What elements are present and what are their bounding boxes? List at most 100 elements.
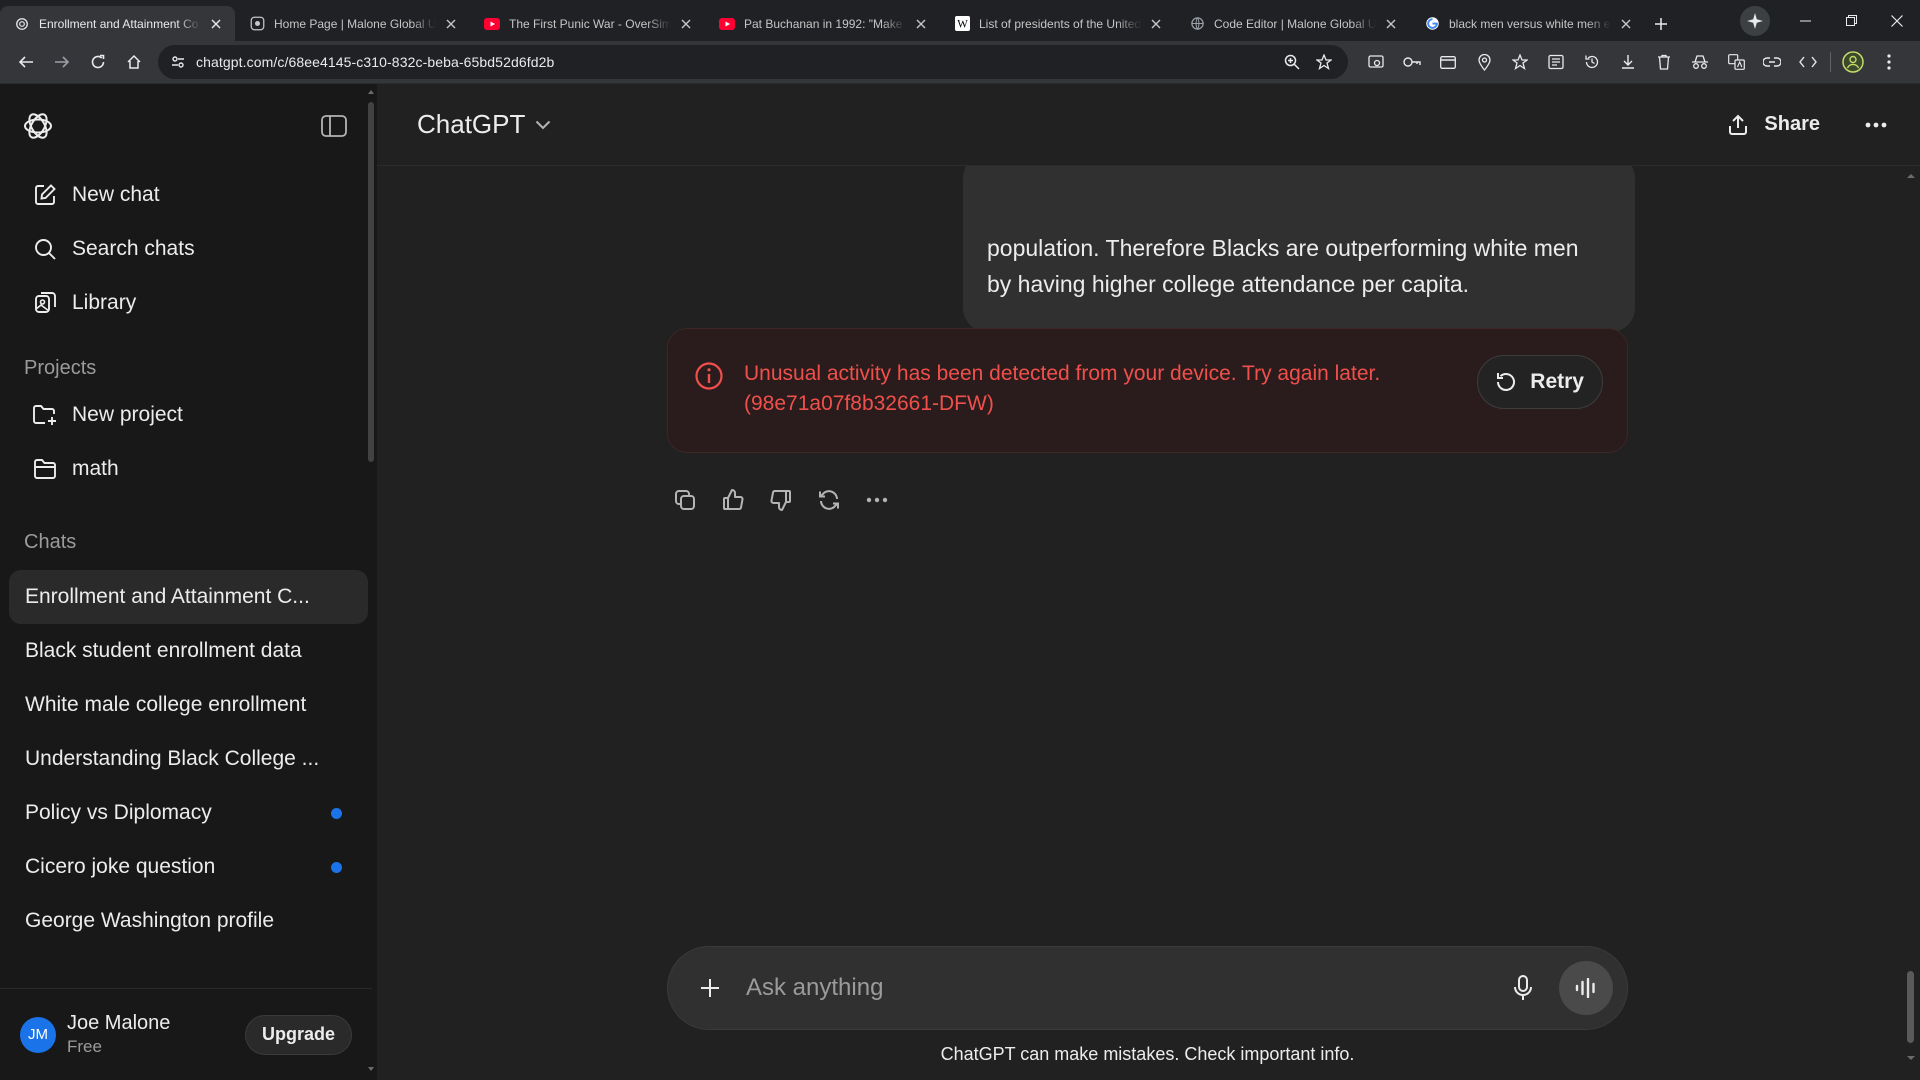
project-item-math[interactable]: math [8,442,369,496]
conversation-options-button[interactable] [1854,103,1898,147]
scroll-up-arrow-icon[interactable] [367,88,375,96]
projects-heading: Projects [24,356,97,379]
sidebar-scrollbar[interactable] [367,88,375,1073]
tab-close-icon[interactable] [442,15,460,33]
prompt-input[interactable] [746,974,1501,1002]
incognito-button[interactable] [1682,44,1718,80]
delete-data-button[interactable] [1646,44,1682,80]
copy-icon [673,488,697,512]
passwords-button[interactable] [1394,44,1430,80]
forward-button[interactable] [44,44,80,80]
back-button[interactable] [8,44,44,80]
ai-assistant-button[interactable] [1740,5,1770,36]
upgrade-button[interactable]: Upgrade [244,1014,352,1055]
browser-tab[interactable]: The First Punic War - OverSimp [470,6,705,41]
chat-title: Black student enrollment data [25,639,302,662]
browser-tab[interactable]: Home Page | Malone Global U [235,6,470,41]
copy-link-button[interactable] [1754,44,1790,80]
tab-close-icon[interactable] [1617,15,1635,33]
new-project-button[interactable]: New project [8,388,369,442]
user-name: Joe Malone [67,1012,171,1034]
copy-button[interactable] [661,476,709,524]
model-selector[interactable]: ChatGPT [417,109,551,140]
library-label: Library [72,291,137,314]
browser-tab[interactable]: W List of presidents of the United [940,6,1175,41]
openai-logo-icon[interactable] [22,110,54,142]
url-text[interactable]: chatgpt.com/c/68ee4145-c310-832c-beba-65… [196,54,1276,70]
downloads-button[interactable] [1610,44,1646,80]
minimize-button[interactable] [1782,0,1828,41]
tab-close-icon[interactable] [1382,15,1400,33]
share-button[interactable]: Share [1714,103,1832,147]
tab-close-icon[interactable] [677,15,695,33]
share-icon [1726,113,1750,137]
payment-button[interactable] [1430,44,1466,80]
chat-item[interactable]: Policy vs Diplomacy [9,786,368,840]
close-window-button[interactable] [1874,0,1920,41]
location-button[interactable] [1466,44,1502,80]
reload-button[interactable] [80,44,116,80]
header-actions: Share [1714,103,1898,147]
share-label: Share [1764,113,1820,135]
browser-tab[interactable]: Code Editor | Malone Global U [1175,6,1410,41]
tab-close-icon[interactable] [207,15,225,33]
more-actions-button[interactable] [853,476,901,524]
library-button[interactable]: Library [8,276,369,330]
translate-button[interactable] [1718,44,1754,80]
chat-scroll-thumb[interactable] [1907,971,1914,1043]
credit-card-icon [1440,55,1456,69]
new-chat-button[interactable]: New chat [8,168,369,222]
tab-title: Pat Buchanan in 1992: "Make A [744,16,906,31]
site-info-icon[interactable] [170,54,186,70]
chat-item[interactable]: Black student enrollment data [9,624,368,678]
browser-tab[interactable]: Enrollment and Attainment Co [0,6,235,41]
dictate-button[interactable] [1501,966,1545,1010]
tab-close-icon[interactable] [912,15,930,33]
browser-tab[interactable]: Pat Buchanan in 1992: "Make A [705,6,940,41]
chatgpt-app: New chat Search chats Library Projects N… [0,84,1920,1080]
user-message: population. Therefore Blacks are outperf… [963,154,1635,332]
scroll-down-arrow-icon[interactable] [1905,1054,1917,1062]
chat-item[interactable]: White male college enrollment [9,678,368,732]
profile-button[interactable] [1835,44,1871,80]
bookmark-star-icon[interactable] [1308,47,1340,77]
thumbs-up-button[interactable] [709,476,757,524]
sidebar-scroll-thumb[interactable] [368,102,374,462]
browser-menu-button[interactable] [1871,44,1907,80]
dev-tools-button[interactable] [1790,44,1826,80]
chat-item[interactable]: Cicero joke question [9,840,368,894]
screenshot-search-button[interactable] [1358,44,1394,80]
browser-tab[interactable]: black men versus white men e [1410,6,1645,41]
new-tab-button[interactable] [1645,6,1677,41]
zoom-icon[interactable] [1276,47,1308,77]
regenerate-button[interactable] [805,476,853,524]
restore-button[interactable] [1828,0,1874,41]
thumbs-down-button[interactable] [757,476,805,524]
scroll-up-arrow-icon[interactable] [1905,172,1917,180]
chat-item[interactable]: Enrollment and Attainment C... [9,570,368,624]
favorites-button[interactable] [1502,44,1538,80]
chat-item[interactable]: Understanding Black College ... [9,732,368,786]
youtube-favicon-icon [484,16,500,32]
folder-icon [32,456,58,482]
home-button[interactable] [116,44,152,80]
tab-title: Enrollment and Attainment Co [39,16,199,31]
message-text-line: population. Therefore Blacks are outperf… [987,235,1579,261]
add-attachment-button[interactable] [692,970,728,1006]
error-text: Unusual activity has been detected from … [744,359,1477,419]
scroll-down-arrow-icon[interactable] [367,1065,375,1073]
chat-scrollbar[interactable] [1904,166,1920,1080]
tab-close-icon[interactable] [1147,15,1165,33]
chat-title: Enrollment and Attainment C... [25,585,310,608]
voice-mode-button[interactable] [1559,961,1613,1015]
search-chats-button[interactable]: Search chats [8,222,369,276]
profile-avatar-icon [1842,51,1864,73]
sidebar-toggle-icon[interactable] [321,115,347,137]
disclaimer-text: ChatGPT can make mistakes. Check importa… [940,1044,1355,1064]
account-menu[interactable]: JM Joe Malone Free Upgrade [0,988,372,1080]
address-bar[interactable]: chatgpt.com/c/68ee4145-c310-832c-beba-65… [158,45,1348,79]
history-button[interactable] [1574,44,1610,80]
chat-item[interactable]: George Washington profile [9,894,368,948]
reading-list-button[interactable] [1538,44,1574,80]
retry-button[interactable]: Retry [1477,355,1603,409]
